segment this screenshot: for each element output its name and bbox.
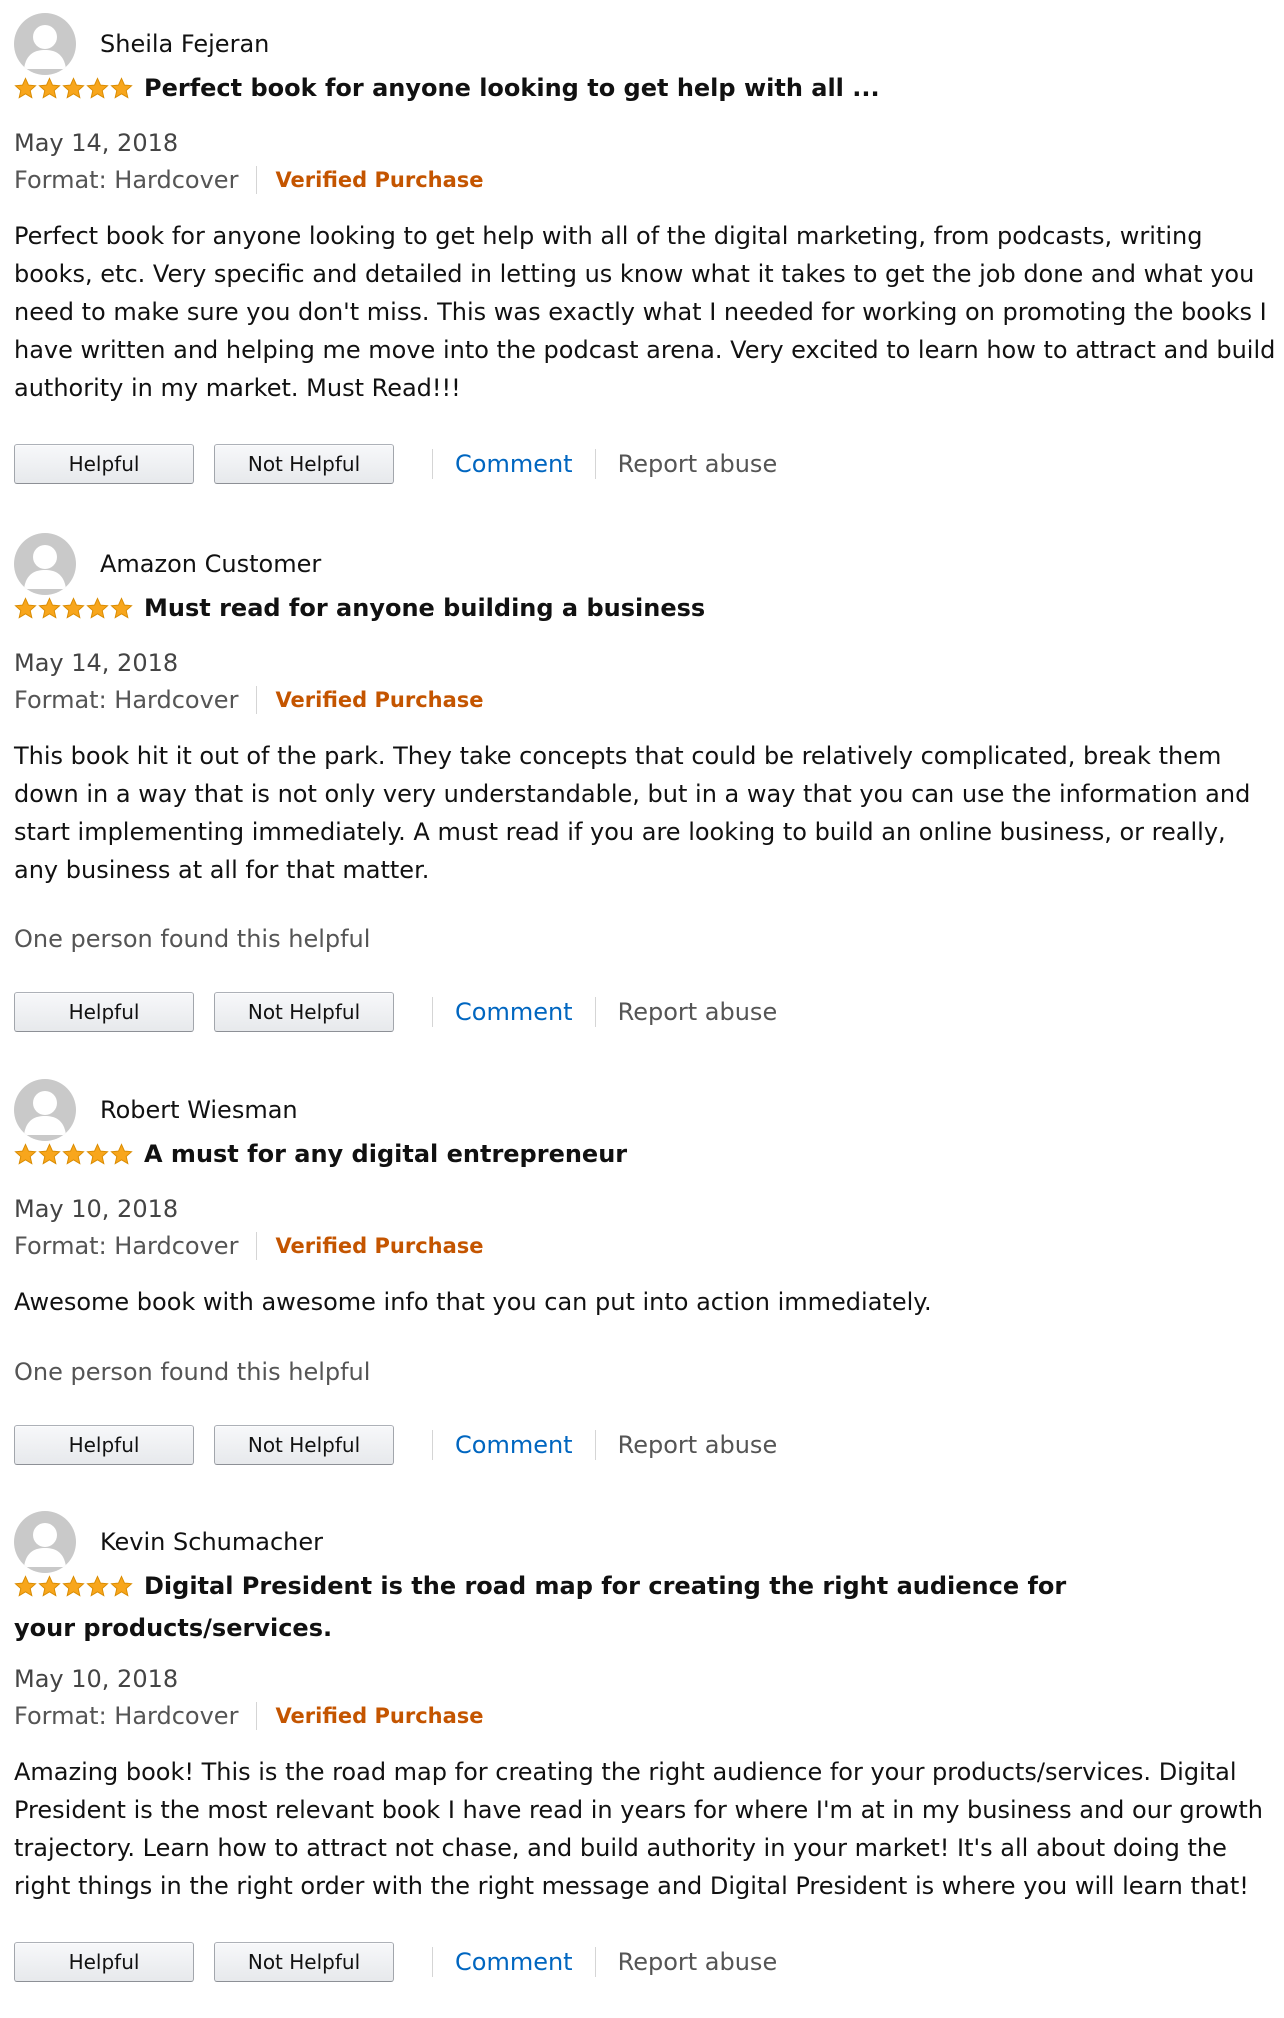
star-icon xyxy=(14,77,37,99)
review-date: May 14, 2018 xyxy=(14,129,179,157)
star-icon xyxy=(86,1575,109,1597)
divider xyxy=(256,686,258,714)
review-date: May 10, 2018 xyxy=(14,1665,179,1693)
review-body: Awesome book with awesome info that you … xyxy=(14,1288,932,1316)
review-title[interactable]: Perfect book for anyone looking to get h… xyxy=(144,74,880,102)
divider xyxy=(256,1232,258,1260)
star-icon xyxy=(38,1575,61,1597)
divider xyxy=(432,1430,433,1460)
review-body: Amazing book! This is the road map for c… xyxy=(14,1758,1263,1900)
review-actions: Helpful Not Helpful Comment Report abuse xyxy=(14,1423,777,1467)
review-meta: Format: Hardcover Verified Purchase xyxy=(14,1232,484,1260)
helpful-count: One person found this helpful xyxy=(14,925,371,953)
reviewer-profile[interactable]: Kevin Schumacher xyxy=(14,1510,323,1574)
not-helpful-button[interactable]: Not Helpful xyxy=(214,444,394,484)
verified-purchase-badge[interactable]: Verified Purchase xyxy=(275,168,483,192)
star-rating[interactable] xyxy=(14,1571,134,1609)
report-abuse-link[interactable]: Report abuse xyxy=(618,1431,778,1459)
star-icon xyxy=(86,597,109,619)
format-label[interactable]: Format: Hardcover xyxy=(14,1702,238,1730)
star-icon xyxy=(86,77,109,99)
avatar xyxy=(14,1079,76,1141)
not-helpful-button[interactable]: Not Helpful xyxy=(214,1425,394,1465)
format-label[interactable]: Format: Hardcover xyxy=(14,166,238,194)
helpful-button[interactable]: Helpful xyxy=(14,1942,194,1982)
review-title-row: Perfect book for anyone looking to get h… xyxy=(14,69,880,111)
reviewer-profile[interactable]: Sheila Fejeran xyxy=(14,12,269,76)
review-actions: Helpful Not Helpful Comment Report abuse xyxy=(14,442,777,486)
review-meta: Format: Hardcover Verified Purchase xyxy=(14,1702,484,1730)
reviewer-profile[interactable]: Amazon Customer xyxy=(14,532,321,596)
star-icon xyxy=(38,77,61,99)
star-icon xyxy=(62,1575,85,1597)
not-helpful-button[interactable]: Not Helpful xyxy=(214,1942,394,1982)
verified-purchase-badge[interactable]: Verified Purchase xyxy=(275,1704,483,1728)
review-meta: Format: Hardcover Verified Purchase xyxy=(14,166,484,194)
star-icon xyxy=(14,1143,37,1165)
review-actions: Helpful Not Helpful Comment Report abuse xyxy=(14,1940,777,1984)
reviewer-name: Amazon Customer xyxy=(100,550,322,578)
comment-link[interactable]: Comment xyxy=(455,1431,573,1459)
star-icon xyxy=(38,1143,61,1165)
not-helpful-button[interactable]: Not Helpful xyxy=(214,992,394,1032)
review-meta: Format: Hardcover Verified Purchase xyxy=(14,686,484,714)
divider xyxy=(432,1947,433,1977)
star-rating[interactable] xyxy=(14,1139,134,1177)
reviewer-name: Kevin Schumacher xyxy=(100,1528,323,1556)
format-label[interactable]: Format: Hardcover xyxy=(14,686,238,714)
divider xyxy=(256,166,258,194)
divider xyxy=(594,1430,596,1460)
star-rating[interactable] xyxy=(14,593,134,631)
star-rating[interactable] xyxy=(14,73,134,111)
report-abuse-link[interactable]: Report abuse xyxy=(618,998,778,1026)
review-actions: Helpful Not Helpful Comment Report abuse xyxy=(14,990,777,1034)
helpful-button[interactable]: Helpful xyxy=(14,444,194,484)
report-abuse-link[interactable]: Report abuse xyxy=(618,1948,778,1976)
reviewer-name: Sheila Fejeran xyxy=(100,30,270,58)
review-date: May 14, 2018 xyxy=(14,649,179,677)
reviewer-name: Robert Wiesman xyxy=(100,1096,298,1124)
divider xyxy=(432,997,433,1027)
helpful-count: One person found this helpful xyxy=(14,1358,371,1386)
divider xyxy=(256,1702,258,1730)
review-date: May 10, 2018 xyxy=(14,1195,179,1223)
star-icon xyxy=(110,597,133,619)
divider xyxy=(432,449,433,479)
divider xyxy=(594,449,596,479)
comment-link[interactable]: Comment xyxy=(455,1948,573,1976)
review-title[interactable]: Digital President is the road map for cr… xyxy=(14,1572,1066,1642)
report-abuse-link[interactable]: Report abuse xyxy=(618,450,778,478)
review-body: Perfect book for anyone looking to get h… xyxy=(14,222,1276,402)
divider xyxy=(594,997,596,1027)
star-icon xyxy=(14,1575,37,1597)
comment-link[interactable]: Comment xyxy=(455,450,573,478)
comment-link[interactable]: Comment xyxy=(455,998,573,1026)
review-body: This book hit it out of the park. They t… xyxy=(14,742,1251,884)
avatar xyxy=(14,533,76,595)
star-icon xyxy=(62,1143,85,1165)
avatar xyxy=(14,1511,76,1573)
format-label[interactable]: Format: Hardcover xyxy=(14,1232,238,1260)
verified-purchase-badge[interactable]: Verified Purchase xyxy=(275,1234,483,1258)
review-title[interactable]: A must for any digital entrepreneur xyxy=(144,1140,627,1168)
divider xyxy=(594,1947,596,1977)
review-title-row: Digital President is the road map for cr… xyxy=(14,1567,1114,1647)
star-icon xyxy=(110,1575,133,1597)
star-icon xyxy=(62,77,85,99)
helpful-button[interactable]: Helpful xyxy=(14,1425,194,1465)
star-icon xyxy=(38,597,61,619)
avatar xyxy=(14,13,76,75)
review-title-row: A must for any digital entrepreneur xyxy=(14,1135,627,1177)
star-icon xyxy=(14,597,37,619)
star-icon xyxy=(110,1143,133,1165)
star-icon xyxy=(62,597,85,619)
reviewer-profile[interactable]: Robert Wiesman xyxy=(14,1078,298,1142)
verified-purchase-badge[interactable]: Verified Purchase xyxy=(275,688,483,712)
review-title[interactable]: Must read for anyone building a business xyxy=(144,594,705,622)
helpful-button[interactable]: Helpful xyxy=(14,992,194,1032)
star-icon xyxy=(86,1143,109,1165)
star-icon xyxy=(110,77,133,99)
review-title-row: Must read for anyone building a business xyxy=(14,589,705,631)
